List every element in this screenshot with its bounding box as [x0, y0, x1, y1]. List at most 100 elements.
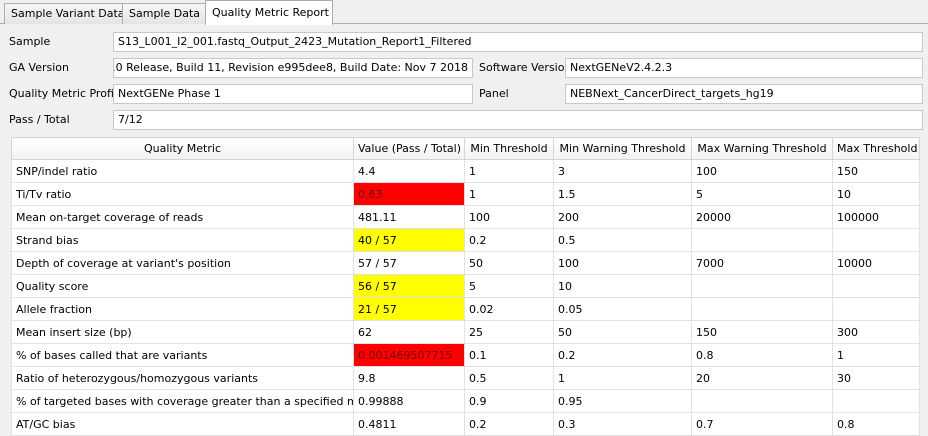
col-header-value[interactable]: Value (Pass / Total): [353, 137, 465, 160]
cell-min-threshold: 0.1: [464, 343, 554, 367]
software-version-label: Software Version: [479, 61, 572, 74]
cell-value: 481.11: [353, 205, 465, 229]
table-body: SNP/indel ratio 4.4 1 3 100 150 Ti/Tv ratio 0.6…: [11, 159, 920, 436]
cell-min-warning-threshold: 0.2: [553, 343, 692, 367]
table-row[interactable]: Strand bias 40 / 57 0.2 0.5: [11, 228, 920, 252]
cell-min-warning-threshold: 10: [553, 274, 692, 298]
cell-min-threshold: 1: [464, 159, 554, 183]
cell-quality-metric: Quality score: [11, 274, 354, 298]
pass-total-label: Pass / Total: [9, 113, 70, 126]
tab-sample-variant-data[interactable]: Sample Variant Data: [4, 3, 125, 24]
cell-max-threshold: [832, 297, 920, 321]
cell-quality-metric: % of targeted bases with coverage greate…: [11, 389, 354, 413]
table-row[interactable]: Quality score 56 / 57 5 10: [11, 274, 920, 298]
cell-value: 0.99888: [353, 389, 465, 413]
cell-max-threshold: 10000: [832, 251, 920, 275]
cell-max-threshold: 10: [832, 182, 920, 206]
table-row[interactable]: Ratio of heterozygous/homozygous variant…: [11, 366, 920, 390]
table-row[interactable]: AT/GC bias 0.4811 0.2 0.3 0.7 0.8: [11, 412, 920, 436]
cell-min-warning-threshold: 3: [553, 159, 692, 183]
col-header-min-threshold[interactable]: Min Threshold: [464, 137, 554, 160]
cell-min-threshold: 0.9: [464, 389, 554, 413]
cell-max-warning-threshold: 0.8: [691, 343, 833, 367]
cell-quality-metric: SNP/indel ratio: [11, 159, 354, 183]
cell-min-warning-threshold: 1: [553, 366, 692, 390]
cell-quality-metric: Mean on-target coverage of reads: [11, 205, 354, 229]
cell-max-warning-threshold: [691, 228, 833, 252]
table-header-row: Quality Metric Value (Pass / Total) Min …: [11, 137, 920, 160]
cell-quality-metric: Allele fraction: [11, 297, 354, 321]
cell-value: 56 / 57: [353, 274, 465, 298]
cell-min-threshold: 5: [464, 274, 554, 298]
cell-max-warning-threshold: 150: [691, 320, 833, 344]
panel-field[interactable]: NEBNext_CancerDirect_targets_hg19: [565, 84, 923, 104]
table-row[interactable]: Ti/Tv ratio 0.63 1 1.5 5 10: [11, 182, 920, 206]
table-row[interactable]: Mean on-target coverage of reads 481.11 10…: [11, 205, 920, 229]
cell-value: 21 / 57: [353, 297, 465, 321]
cell-value: 0.63: [353, 182, 465, 206]
cell-min-threshold: 1: [464, 182, 554, 206]
table-row[interactable]: % of bases called that are variants 0.001…: [11, 343, 920, 367]
cell-max-warning-threshold: 7000: [691, 251, 833, 275]
cell-quality-metric: AT/GC bias: [11, 412, 354, 436]
cell-quality-metric: Strand bias: [11, 228, 354, 252]
table-row[interactable]: Allele fraction 21 / 57 0.02 0.05: [11, 297, 920, 321]
col-header-quality-metric[interactable]: Quality Metric: [11, 137, 354, 160]
ga-version-field[interactable]: NextGENe Version 1.8.0 Release, Build 11…: [113, 58, 473, 78]
cell-value: 9.8: [353, 366, 465, 390]
tab-sample-data[interactable]: Sample Data: [122, 3, 206, 24]
ga-version-value: NextGENe Version 1.8.0 Release, Build 11…: [113, 61, 468, 74]
cell-max-threshold: 100000: [832, 205, 920, 229]
cell-max-threshold: 0.8: [832, 412, 920, 436]
cell-max-warning-threshold: [691, 389, 833, 413]
sample-label: Sample: [9, 35, 51, 48]
cell-min-threshold: 100: [464, 205, 554, 229]
cell-quality-metric: % of bases called that are variants: [11, 343, 354, 367]
cell-max-warning-threshold: 20: [691, 366, 833, 390]
cell-min-warning-threshold: 0.05: [553, 297, 692, 321]
cell-value: 40 / 57: [353, 228, 465, 252]
cell-max-threshold: 150: [832, 159, 920, 183]
col-header-max-threshold[interactable]: Max Threshold: [832, 137, 920, 160]
cell-max-threshold: 1: [832, 343, 920, 367]
cell-min-warning-threshold: 0.95: [553, 389, 692, 413]
cell-max-threshold: [832, 389, 920, 413]
cell-max-threshold: 30: [832, 366, 920, 390]
cell-quality-metric: Mean insert size (bp): [11, 320, 354, 344]
tab-quality-metric-report[interactable]: Quality Metric Report: [205, 0, 333, 25]
cell-max-warning-threshold: [691, 297, 833, 321]
quality-metric-profile-field[interactable]: NextGENe Phase 1: [113, 84, 473, 104]
cell-min-warning-threshold: 100: [553, 251, 692, 275]
cell-min-threshold: 0.02: [464, 297, 554, 321]
cell-quality-metric: Ti/Tv ratio: [11, 182, 354, 206]
table-row[interactable]: % of targeted bases with coverage greate…: [11, 389, 920, 413]
cell-value: 62: [353, 320, 465, 344]
col-header-min-warning-threshold[interactable]: Min Warning Threshold: [553, 137, 692, 160]
pass-total-field[interactable]: 7/12: [113, 110, 923, 130]
panel-label: Panel: [479, 87, 509, 100]
sample-field[interactable]: S13_L001_I2_001.fastq_Output_2423_Mutati…: [113, 32, 923, 52]
cell-value: 4.4: [353, 159, 465, 183]
table-row[interactable]: Mean insert size (bp) 62 25 50 150 300: [11, 320, 920, 344]
cell-max-threshold: [832, 228, 920, 252]
cell-min-warning-threshold: 50: [553, 320, 692, 344]
cell-value: 0.4811: [353, 412, 465, 436]
cell-value: 57 / 57: [353, 251, 465, 275]
cell-max-warning-threshold: 20000: [691, 205, 833, 229]
tab-bar: Sample Variant Data Sample Data Quality …: [0, 0, 928, 25]
cell-max-warning-threshold: 100: [691, 159, 833, 183]
cell-min-warning-threshold: 1.5: [553, 182, 692, 206]
cell-min-threshold: 0.2: [464, 412, 554, 436]
cell-min-threshold: 0.5: [464, 366, 554, 390]
cell-min-threshold: 50: [464, 251, 554, 275]
table-row[interactable]: SNP/indel ratio 4.4 1 3 100 150: [11, 159, 920, 183]
cell-min-threshold: 25: [464, 320, 554, 344]
cell-min-warning-threshold: 0.5: [553, 228, 692, 252]
cell-min-warning-threshold: 0.3: [553, 412, 692, 436]
col-header-max-warning-threshold[interactable]: Max Warning Threshold: [691, 137, 833, 160]
cell-quality-metric: Depth of coverage at variant's position: [11, 251, 354, 275]
cell-max-warning-threshold: 0.7: [691, 412, 833, 436]
software-version-field[interactable]: NextGENeV2.4.2.3: [565, 58, 923, 78]
cell-max-threshold: 300: [832, 320, 920, 344]
table-row[interactable]: Depth of coverage at variant's position 5…: [11, 251, 920, 275]
